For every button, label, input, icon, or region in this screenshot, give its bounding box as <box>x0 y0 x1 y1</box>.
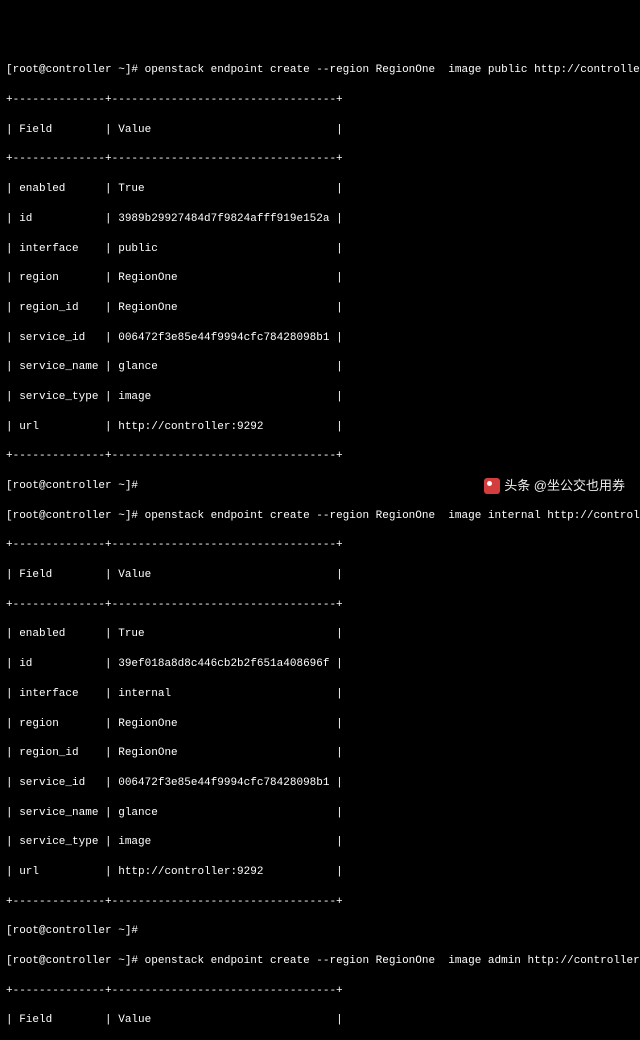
shell-prompt: [root@controller ~]# <box>6 64 138 76</box>
field-label: service_type <box>19 836 98 848</box>
command-text: openstack endpoint create --region Regio… <box>145 64 640 76</box>
table-row: | service_id | 006472f3e85e44f9994cfc784… <box>6 776 634 791</box>
field-value: http://controller:9292 <box>118 866 263 878</box>
table-row: | region | RegionOne | <box>6 271 634 286</box>
field-value: glance <box>118 807 158 819</box>
field-label: interface <box>19 243 78 255</box>
watermark: 头条 @坐公交也用券 <box>484 477 625 495</box>
shell-prompt: [root@controller ~]# <box>6 955 138 967</box>
table-header-row: | Field | Value | <box>6 568 634 583</box>
table-row: | service_type | image | <box>6 835 634 850</box>
table-row: | service_name | glance | <box>6 360 634 375</box>
field-value: 006472f3e85e44f9994cfc78428098b1 <box>118 332 329 344</box>
field-value: public <box>118 243 158 255</box>
col-field: Field <box>19 569 52 581</box>
watermark-text: 头条 @坐公交也用券 <box>504 477 625 495</box>
col-value: Value <box>118 124 151 136</box>
table-row: | url | http://controller:9292 | <box>6 420 634 435</box>
field-value: image <box>118 391 151 403</box>
table-row: | interface | public | <box>6 242 634 257</box>
field-value: 006472f3e85e44f9994cfc78428098b1 <box>118 777 329 789</box>
table-row: | service_type | image | <box>6 390 634 405</box>
table-border: +--------------+------------------------… <box>6 984 634 999</box>
field-value: RegionOne <box>118 718 177 730</box>
field-label: region_id <box>19 302 78 314</box>
table-border: +--------------+------------------------… <box>6 152 634 167</box>
table-border: +--------------+------------------------… <box>6 93 634 108</box>
table-border: +--------------+------------------------… <box>6 538 634 553</box>
command-text: openstack endpoint create --region Regio… <box>145 955 640 967</box>
col-field: Field <box>19 1014 52 1026</box>
field-value: glance <box>118 361 158 373</box>
field-label: service_id <box>19 777 85 789</box>
table-border: +--------------+------------------------… <box>6 598 634 613</box>
terminal-line: [root@controller ~]# openstack endpoint … <box>6 954 634 969</box>
col-field: Field <box>19 124 52 136</box>
field-label: id <box>19 658 32 670</box>
col-value: Value <box>118 569 151 581</box>
table-row: | interface | internal | <box>6 687 634 702</box>
table-row: | region_id | RegionOne | <box>6 301 634 316</box>
field-label: enabled <box>19 183 65 195</box>
table-row: | enabled | True | <box>6 182 634 197</box>
field-label: service_id <box>19 332 85 344</box>
field-value: 3989b29927484d7f9824afff919e152a <box>118 213 329 225</box>
field-value: http://controller:9292 <box>118 421 263 433</box>
field-label: url <box>19 866 39 878</box>
field-label: service_type <box>19 391 98 403</box>
field-label: region <box>19 272 59 284</box>
shell-prompt: [root@controller ~]# <box>6 925 138 937</box>
field-value: internal <box>118 688 171 700</box>
table-header-row: | Field | Value | <box>6 123 634 138</box>
field-value: RegionOne <box>118 747 177 759</box>
field-value: True <box>118 183 144 195</box>
field-label: enabled <box>19 628 65 640</box>
field-label: id <box>19 213 32 225</box>
terminal-line: [root@controller ~]# <box>6 924 634 939</box>
table-row: | service_id | 006472f3e85e44f9994cfc784… <box>6 331 634 346</box>
field-label: interface <box>19 688 78 700</box>
table-row: | service_name | glance | <box>6 806 634 821</box>
table-row: | region | RegionOne | <box>6 717 634 732</box>
field-value: RegionOne <box>118 272 177 284</box>
table-row: | enabled | True | <box>6 627 634 642</box>
table-header-row: | Field | Value | <box>6 1013 634 1028</box>
shell-prompt: [root@controller ~]# <box>6 480 138 492</box>
table-border: +--------------+------------------------… <box>6 895 634 910</box>
table-row: | region_id | RegionOne | <box>6 746 634 761</box>
terminal-line: [root@controller ~]# openstack endpoint … <box>6 63 634 78</box>
field-value: image <box>118 836 151 848</box>
field-label: service_name <box>19 807 98 819</box>
table-row: | url | http://controller:9292 | <box>6 865 634 880</box>
col-value: Value <box>118 1014 151 1026</box>
table-row: | id | 3989b29927484d7f9824afff919e152a … <box>6 212 634 227</box>
field-label: region_id <box>19 747 78 759</box>
field-value: True <box>118 628 144 640</box>
terminal-line: [root@controller ~]# openstack endpoint … <box>6 509 634 524</box>
field-label: region <box>19 718 59 730</box>
field-value: 39ef018a8d8c446cb2b2f651a408696f <box>118 658 329 670</box>
toutiao-icon <box>484 478 500 494</box>
field-label: url <box>19 421 39 433</box>
field-value: RegionOne <box>118 302 177 314</box>
field-label: service_name <box>19 361 98 373</box>
table-row: | id | 39ef018a8d8c446cb2b2f651a408696f … <box>6 657 634 672</box>
table-border: +--------------+------------------------… <box>6 449 634 464</box>
